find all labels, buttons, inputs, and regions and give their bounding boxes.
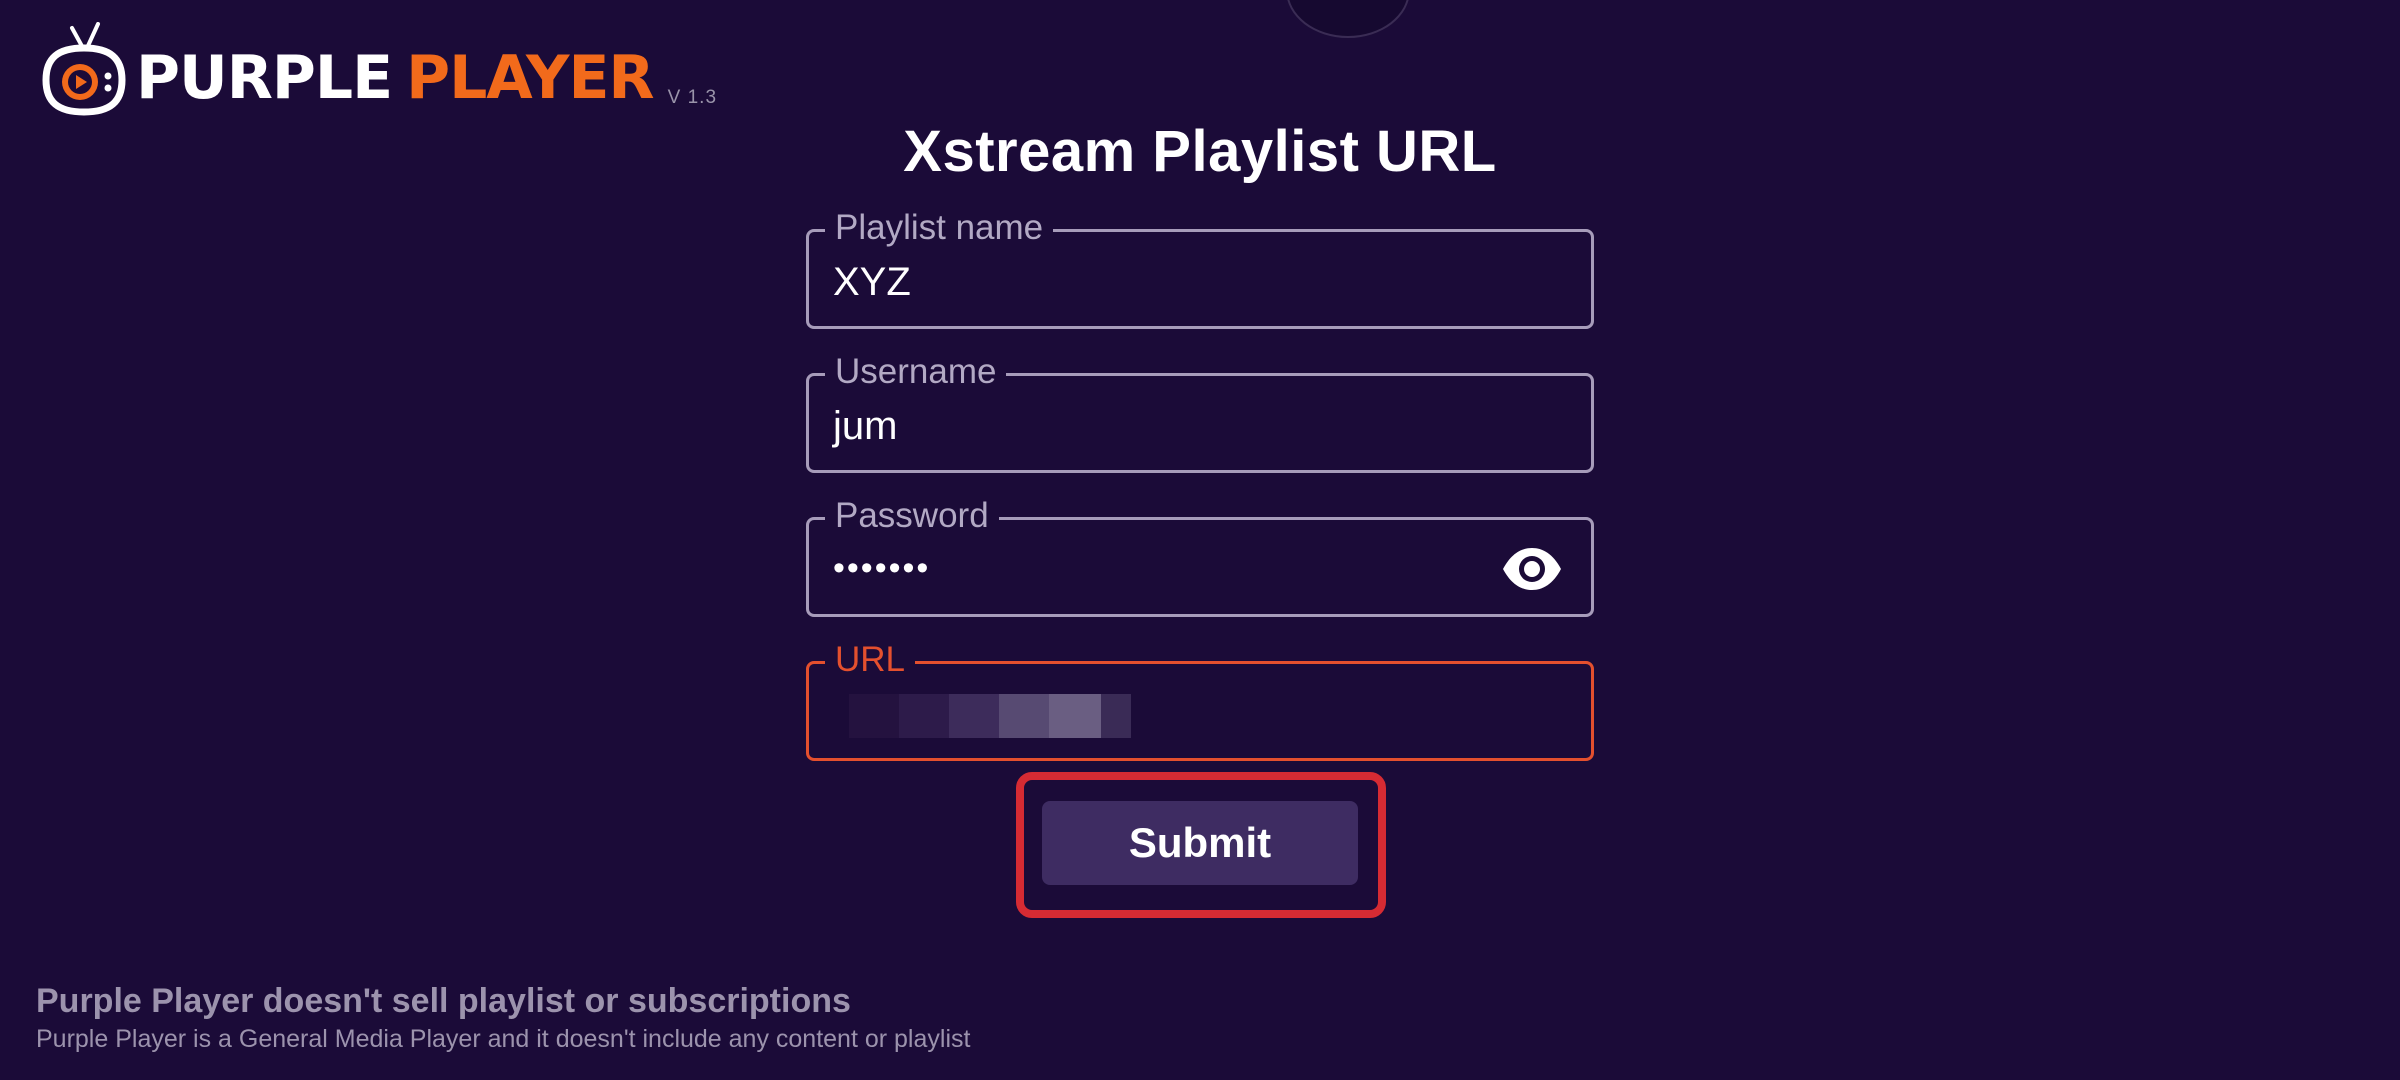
password-label: Password (825, 494, 999, 538)
app-name-part1: PURPLE (136, 43, 393, 113)
app-name: PURPLE PLAYER (136, 48, 655, 108)
app-logo: PURPLE PLAYER V 1.3 (36, 18, 717, 118)
playlist-name-field[interactable]: Playlist name XYZ (806, 206, 1594, 329)
camera-notch (1286, 0, 1410, 38)
eye-icon[interactable] (1501, 546, 1563, 592)
playlist-name-value: XYZ (833, 260, 911, 304)
username-value: jum (833, 404, 898, 448)
playlist-login-screen: PURPLE PLAYER V 1.3 Xstream Playlist URL … (0, 0, 2400, 1080)
password-field[interactable]: Password ••••••• (806, 494, 1594, 617)
tv-play-logo-icon (36, 22, 132, 118)
submit-button[interactable]: Submit (1042, 801, 1358, 885)
disclaimer: Purple Player doesn't sell playlist or s… (36, 980, 970, 1056)
playlist-name-label: Playlist name (825, 206, 1054, 250)
url-obscured-value (849, 694, 1131, 738)
username-field[interactable]: Username jum (806, 350, 1594, 473)
password-value: ••••••• (833, 549, 931, 587)
url-field[interactable]: URL (806, 638, 1594, 761)
username-label: Username (825, 350, 1007, 394)
url-label: URL (825, 638, 916, 682)
disclaimer-subtitle: Purple Player is a General Media Player … (36, 1025, 971, 1053)
app-name-part2: PLAYER (406, 43, 655, 113)
app-version: V 1.3 (667, 87, 718, 108)
page-title: Xstream Playlist URL (903, 119, 1497, 184)
disclaimer-title: Purple Player doesn't sell playlist or s… (36, 982, 851, 1020)
